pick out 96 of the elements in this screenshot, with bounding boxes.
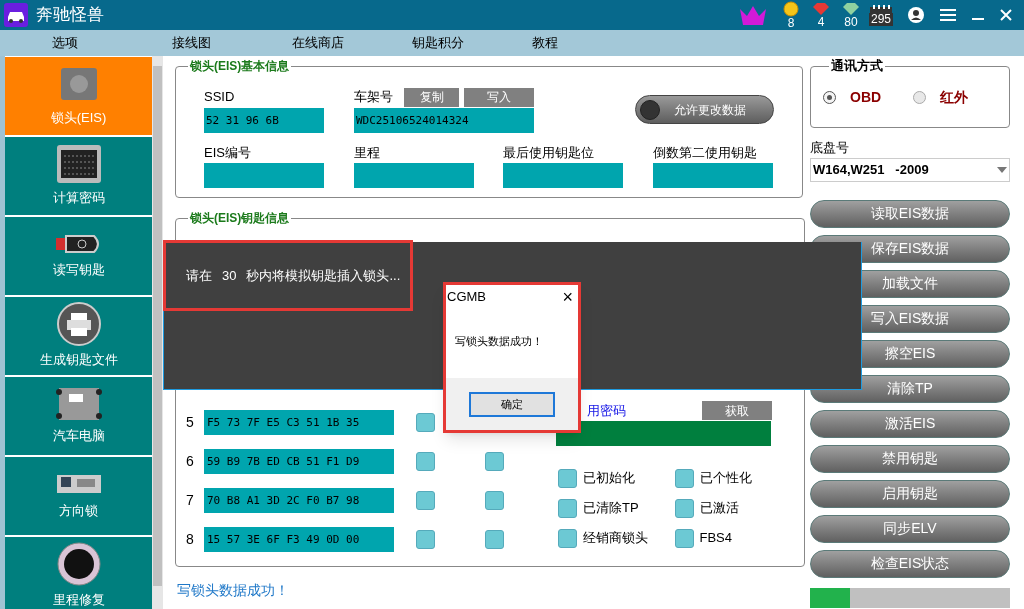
menu-item[interactable]: 教程 xyxy=(532,33,652,53)
password-label: 用密码 xyxy=(586,401,626,420)
checkbox[interactable] xyxy=(485,491,504,510)
checkbox[interactable] xyxy=(416,491,435,510)
checkbox-label: 已个性化 xyxy=(699,469,752,488)
checkbox[interactable] xyxy=(485,530,504,549)
checkbox[interactable] xyxy=(674,498,694,518)
window-title: 奔驰怪兽 xyxy=(36,4,104,27)
menu-item[interactable]: 钥匙积分 xyxy=(412,33,532,53)
coin-icon xyxy=(783,0,799,17)
checkbox-label: 经销商锁头 xyxy=(583,529,648,548)
scrollbar[interactable] xyxy=(152,56,163,609)
checkbox-label: 已初始化 xyxy=(583,469,635,488)
radio-label: OBD xyxy=(850,87,882,107)
radio-label: 红外 xyxy=(940,87,968,107)
info-field[interactable] xyxy=(353,163,474,188)
action-button[interactable]: 同步ELV xyxy=(810,514,1010,543)
radio-button[interactable] xyxy=(823,90,836,104)
checkbox[interactable] xyxy=(416,452,435,471)
chassis-dropdown[interactable]: W164,W251 -2009 xyxy=(810,157,1010,182)
control-unit-icon xyxy=(54,386,103,423)
countdown-message: 请在 30 秒内将模拟钥匙插入锁头... xyxy=(163,240,413,311)
stat-count: 8 xyxy=(787,16,795,30)
fetch-button[interactable]: 获取 xyxy=(702,401,772,420)
key-data-field[interactable]: 70 B8 A1 3D 2C F0 B7 98 xyxy=(204,488,394,513)
info-field[interactable] xyxy=(204,163,324,188)
sidebar-item[interactable]: 生成钥匙文件 xyxy=(5,297,152,375)
key-index: 5 xyxy=(186,413,195,432)
field-label: 倒数第二使用钥匙 xyxy=(652,144,758,162)
calendar-icon xyxy=(870,4,892,13)
copy-button[interactable]: 复制 xyxy=(404,87,459,107)
stat-count: 80 xyxy=(844,15,858,29)
caret-icon xyxy=(997,166,1007,173)
field-label: EIS编号 xyxy=(204,144,252,162)
user-icon[interactable] xyxy=(908,7,924,23)
menu-item[interactable]: 在线商店 xyxy=(292,33,412,53)
write-button[interactable]: 写入 xyxy=(464,87,534,107)
checkbox[interactable] xyxy=(558,498,577,518)
key-index: 8 xyxy=(186,530,195,549)
ok-button[interactable]: 确定 xyxy=(469,391,555,417)
speedometer-icon xyxy=(56,542,101,587)
binary-screen-icon xyxy=(55,144,102,185)
action-button[interactable]: 读取EIS数据 xyxy=(810,199,1010,228)
field-label: 底盘号 xyxy=(810,139,850,157)
allow-change-toggle[interactable]: 允许更改数据 xyxy=(635,95,774,124)
checkbox[interactable] xyxy=(558,468,577,488)
radio-button[interactable] xyxy=(913,90,926,104)
dialog-title: CGMB xyxy=(447,288,486,307)
checkbox[interactable] xyxy=(558,528,577,548)
status-message: 写锁头数据成功！ xyxy=(176,581,290,600)
action-button[interactable]: 禁用钥匙 xyxy=(810,444,1010,473)
checkbox[interactable] xyxy=(416,413,435,432)
key-index: 6 xyxy=(186,452,195,471)
gem-icon xyxy=(812,1,830,16)
field-label: 车架号 xyxy=(354,88,394,107)
diamond-icon xyxy=(842,1,860,16)
stat-count: 4 xyxy=(817,15,825,29)
field-label: 最后使用钥匙位 xyxy=(503,144,595,162)
close-icon[interactable] xyxy=(1000,9,1012,21)
checkbox[interactable] xyxy=(674,528,694,548)
key-index: 7 xyxy=(186,491,195,510)
action-button[interactable]: 检查EIS状态 xyxy=(810,549,1010,578)
checkbox[interactable] xyxy=(674,468,694,488)
checkbox[interactable] xyxy=(416,530,435,549)
field-label: SSID xyxy=(204,88,236,106)
group-title: 通讯方式 xyxy=(829,58,885,74)
password-field[interactable] xyxy=(556,421,771,446)
key-data-field[interactable]: 15 57 3E 6F F3 49 0D 00 xyxy=(204,527,394,552)
printer-icon xyxy=(56,302,101,347)
key-data-field[interactable]: 59 B9 7B ED CB 51 F1 D9 xyxy=(204,449,394,474)
sidebar-item[interactable]: 计算密码 xyxy=(5,137,152,215)
checkbox[interactable] xyxy=(485,452,504,471)
group-title: 锁头(EIS)钥匙信息 xyxy=(188,210,292,226)
action-button[interactable]: 启用钥匙 xyxy=(810,479,1010,508)
checkbox-label: 已激活 xyxy=(699,499,739,518)
dialog-message: 写锁头数据成功！ xyxy=(454,334,544,349)
menu-item[interactable]: 选项 xyxy=(52,33,172,53)
menu-icon[interactable] xyxy=(940,9,956,21)
sidebar-item[interactable]: 里程修复 xyxy=(5,537,152,609)
sidebar-item[interactable]: 汽车电脑 xyxy=(5,377,152,455)
sidebar-item[interactable]: 锁头(EIS) xyxy=(5,57,152,135)
ssid-field[interactable]: 52 31 96 6B xyxy=(204,108,324,133)
action-button[interactable]: 激活EIS xyxy=(810,409,1010,438)
sidebar-item[interactable]: 方向锁 xyxy=(5,457,152,535)
key-data-field[interactable]: F5 73 7F E5 C3 51 1B 35 xyxy=(204,410,394,435)
checkbox-label: 已清除TP xyxy=(583,499,639,518)
info-field[interactable] xyxy=(652,163,773,188)
sidebar-item[interactable]: 读写钥匙 xyxy=(5,217,152,295)
group-title: 锁头(EIS)基本信息 xyxy=(188,58,292,74)
close-button[interactable]: × xyxy=(562,288,577,306)
info-field[interactable] xyxy=(503,163,623,188)
vin-field[interactable]: WDC25106524014324 xyxy=(354,108,534,133)
checkbox-label: FBS4 xyxy=(699,529,732,548)
car-logo-icon xyxy=(4,3,28,27)
field-label: 里程 xyxy=(353,144,381,162)
menu-item[interactable]: 接线图 xyxy=(172,33,292,53)
